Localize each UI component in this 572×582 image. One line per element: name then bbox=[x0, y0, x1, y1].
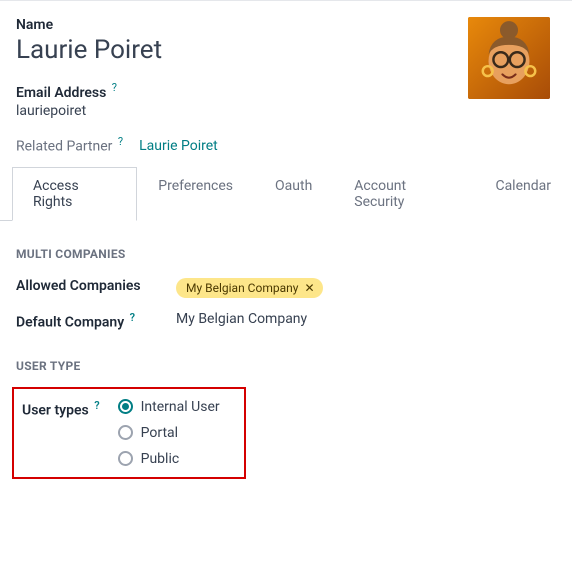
avatar-image bbox=[468, 17, 550, 99]
default-company-value[interactable]: My Belgian Company bbox=[176, 308, 556, 327]
avatar[interactable] bbox=[468, 17, 550, 99]
multi-companies-header: MULTI COMPANIES bbox=[16, 247, 556, 261]
close-icon[interactable]: ✕ bbox=[304, 281, 314, 295]
user-types-label: User types bbox=[22, 403, 89, 419]
radio-internal-user-label: Internal User bbox=[141, 399, 220, 415]
email-value[interactable]: lauriepoiret bbox=[16, 103, 556, 119]
tab-preferences[interactable]: Preferences bbox=[137, 167, 254, 221]
allowed-company-tag[interactable]: My Belgian Company ✕ bbox=[176, 278, 323, 298]
radio-circle-icon bbox=[118, 425, 133, 440]
user-types-help-icon[interactable]: ? bbox=[94, 399, 99, 412]
radio-public[interactable]: Public bbox=[118, 451, 220, 467]
radio-circle-icon bbox=[118, 451, 133, 466]
tab-calendar[interactable]: Calendar bbox=[474, 167, 572, 221]
email-label: Email Address bbox=[16, 85, 106, 101]
tabs: Access Rights Preferences Oauth Account … bbox=[0, 166, 572, 221]
user-type-header: USER TYPE bbox=[16, 359, 556, 373]
radio-internal-user[interactable]: Internal User bbox=[118, 399, 220, 415]
radio-circle-selected-icon bbox=[118, 399, 133, 414]
user-types-highlight: User types ? Internal User Portal Public bbox=[12, 387, 246, 479]
related-partner-help-icon[interactable]: ? bbox=[118, 135, 123, 148]
user-types-radio-group: Internal User Portal Public bbox=[118, 399, 220, 467]
tab-access-rights[interactable]: Access Rights bbox=[12, 167, 137, 221]
related-partner-label: Related Partner bbox=[16, 138, 112, 154]
radio-portal-label: Portal bbox=[141, 425, 178, 441]
email-help-icon[interactable]: ? bbox=[112, 81, 117, 94]
radio-portal[interactable]: Portal bbox=[118, 425, 220, 441]
default-company-help-icon[interactable]: ? bbox=[130, 311, 135, 324]
default-company-label: Default Company bbox=[16, 315, 124, 331]
related-partner-link[interactable]: Laurie Poiret bbox=[139, 138, 218, 154]
tab-account-security[interactable]: Account Security bbox=[333, 167, 474, 221]
allowed-companies-label: Allowed Companies bbox=[16, 275, 176, 294]
allowed-company-tag-label: My Belgian Company bbox=[186, 281, 298, 295]
tab-oauth[interactable]: Oauth bbox=[254, 167, 333, 221]
radio-public-label: Public bbox=[141, 451, 180, 467]
